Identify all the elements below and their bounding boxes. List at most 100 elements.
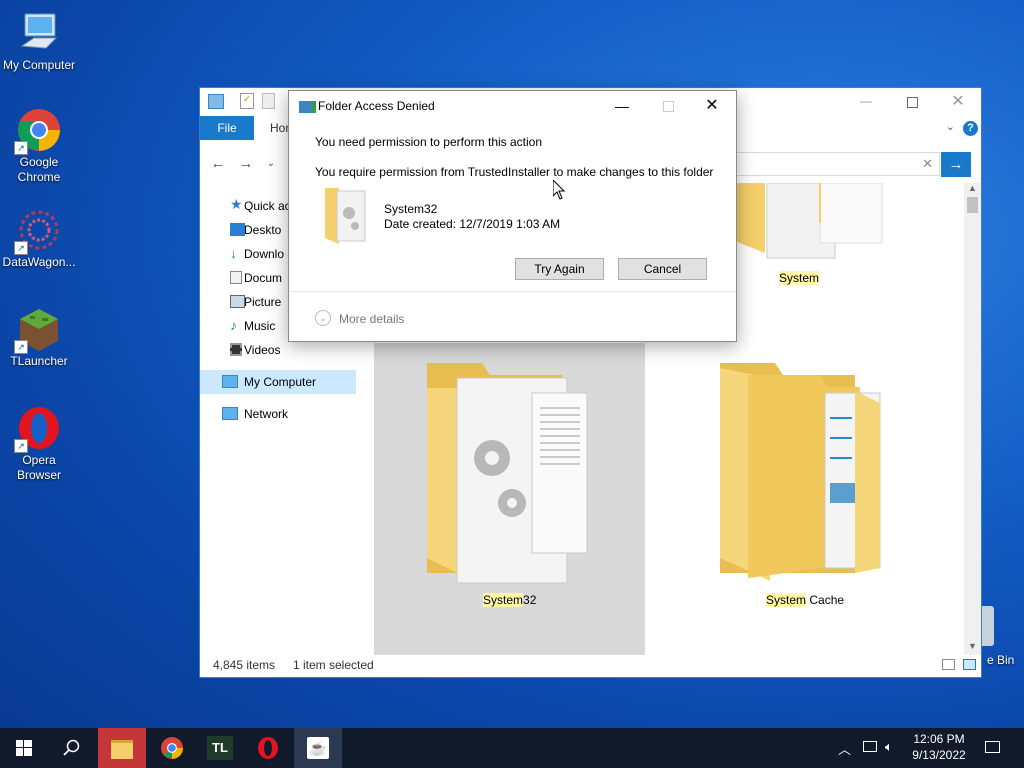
- minimize-button[interactable]: —: [843, 88, 889, 116]
- taskbar-tlauncher[interactable]: TL: [196, 728, 244, 768]
- dialog-message: You need permission to perform this acti…: [315, 135, 543, 149]
- taskbar-opera[interactable]: [244, 728, 292, 768]
- desktop-icon-label: TLauncher: [10, 354, 68, 368]
- folder-item-system-cache[interactable]: System Cache: [720, 363, 900, 613]
- folder-item-system[interactable]: System: [735, 182, 883, 293]
- windows-logo-icon: [16, 740, 32, 756]
- selection-count: 1 item selected: [293, 658, 374, 672]
- folder-item-system32[interactable]: System32: [422, 363, 602, 613]
- maximize-button[interactable]: [889, 88, 935, 116]
- clear-search-icon[interactable]: ✕: [922, 156, 933, 172]
- desktop-icon-recycle-bin[interactable]: e Bin: [982, 606, 1024, 668]
- taskbar-java[interactable]: ☕: [294, 728, 342, 768]
- clock-date: 9/13/2022: [912, 748, 966, 762]
- network-icon[interactable]: [863, 741, 877, 752]
- explorer-app-icon: [208, 94, 224, 109]
- quick-access-newfolder-icon[interactable]: [262, 93, 275, 109]
- tab-file[interactable]: File: [200, 116, 254, 140]
- desktop-icon-label: e Bin: [987, 653, 1015, 667]
- action-center-button[interactable]: [974, 728, 1010, 768]
- ribbon-expand-chevron-icon[interactable]: ⌄: [946, 120, 955, 133]
- sidebar-item-my-computer[interactable]: My Computer: [200, 370, 356, 394]
- scroll-thumb[interactable]: [967, 197, 978, 213]
- star-icon: ★: [230, 196, 243, 212]
- dialog-close-button[interactable]: ✕: [689, 91, 735, 121]
- details-view-icon[interactable]: [942, 659, 955, 670]
- java-icon: ☕: [307, 737, 329, 759]
- dialog-item-name: System32: [384, 202, 438, 216]
- folder-icon: [720, 363, 881, 581]
- scroll-up-arrow-icon[interactable]: ▲: [964, 183, 981, 197]
- shortcut-arrow-icon: ↗: [14, 439, 28, 453]
- desktop-icon: [230, 223, 245, 236]
- dialog-maximize-button[interactable]: [645, 91, 691, 121]
- sidebar-item-label: Deskto: [244, 223, 282, 237]
- search-go-button[interactable]: →: [941, 152, 971, 177]
- status-bar: 4,845 items 1 item selected: [200, 653, 981, 677]
- quick-access-properties-icon[interactable]: ✓: [240, 93, 254, 109]
- sidebar-item-network[interactable]: Network: [200, 402, 356, 426]
- sidebar-item-label: Videos: [244, 343, 281, 357]
- cancel-button[interactable]: Cancel: [618, 258, 707, 280]
- taskbar-chrome[interactable]: [148, 728, 196, 768]
- sidebar-item-label: Picture: [244, 295, 282, 309]
- start-button[interactable]: [0, 728, 48, 768]
- folder-icon: [735, 182, 883, 259]
- sidebar-item-label: Downlo: [244, 247, 285, 261]
- dialog-title: Folder Access Denied: [318, 99, 435, 113]
- shortcut-arrow-icon: ↗: [14, 141, 28, 155]
- desktop-icon-opera[interactable]: ↗ Opera Browser: [0, 405, 78, 483]
- folder-access-denied-dialog: Folder Access Denied — ✕ You need permis…: [288, 90, 737, 342]
- try-again-button[interactable]: Try Again: [515, 258, 604, 280]
- desktop-icon-label: Google Chrome: [17, 155, 61, 184]
- close-button[interactable]: ✕: [935, 88, 981, 116]
- expand-details-chevron-icon[interactable]: ⌄: [315, 310, 331, 326]
- taskbar-file-explorer[interactable]: [98, 728, 146, 768]
- search-icon: [63, 739, 80, 756]
- volume-icon[interactable]: 🔈︎: [885, 739, 893, 755]
- opera-icon: [258, 737, 278, 759]
- tlauncher-icon: TL: [207, 736, 233, 760]
- sidebar-item-label: Quick ac: [244, 199, 291, 213]
- tlauncher-icon: ↗: [14, 306, 62, 354]
- desktop-icon-datawagon[interactable]: ↗ DataWagon...: [0, 207, 78, 270]
- dialog-minimize-button[interactable]: —: [599, 91, 645, 121]
- shortcut-arrow-icon: ↗: [14, 340, 28, 354]
- computer-icon: [16, 10, 62, 56]
- computer-icon: [222, 375, 238, 388]
- taskbar: TL ☕ ︿ 🔈︎ 12:06 PM 9/13/2022: [0, 728, 1024, 768]
- back-button[interactable]: ←: [210, 156, 226, 172]
- forward-button[interactable]: →: [238, 156, 254, 172]
- desktop-icon-google-chrome[interactable]: ↗ Google Chrome: [0, 107, 78, 185]
- folder-label: System: [779, 271, 820, 285]
- mouse-cursor-icon: [553, 180, 566, 200]
- folder-icon: [427, 363, 588, 585]
- vertical-scrollbar[interactable]: ▲ ▼: [964, 183, 981, 655]
- datawagon-icon: ↗: [14, 207, 62, 255]
- help-icon[interactable]: ?: [963, 121, 978, 136]
- chrome-icon: ↗: [14, 107, 62, 155]
- music-icon: ♪: [230, 317, 237, 333]
- dialog-detail: You require permission from TrustedInsta…: [315, 165, 714, 179]
- folder-label: System32: [483, 593, 537, 607]
- recent-locations-chevron-icon[interactable]: ⌄: [263, 156, 279, 172]
- sidebar-item-label: Docum: [244, 271, 283, 285]
- sidebar-item-label: Music: [244, 319, 276, 333]
- dialog-footer: ⌄ More details: [289, 291, 736, 341]
- folder-label: System Cache: [766, 593, 845, 607]
- desktop-icon-label: DataWagon...: [2, 255, 76, 269]
- desktop-icon-my-computer[interactable]: My Computer: [0, 10, 78, 73]
- network-icon: [222, 407, 238, 420]
- video-icon: [230, 343, 242, 356]
- large-icons-view-icon[interactable]: [963, 659, 976, 670]
- opera-icon: ↗: [14, 405, 62, 453]
- more-details-link[interactable]: More details: [339, 312, 404, 326]
- clock[interactable]: 12:06 PM 9/13/2022: [904, 731, 974, 763]
- sidebar-item-label: My Computer: [244, 375, 317, 389]
- dialog-item-date: Date created: 12/7/2019 1:03 AM: [384, 217, 561, 231]
- search-button[interactable]: [48, 728, 96, 768]
- notification-icon: [984, 741, 1000, 753]
- show-hidden-icons-button[interactable]: ︿: [838, 739, 851, 758]
- desktop-icon-tlauncher[interactable]: ↗ TLauncher: [0, 306, 78, 369]
- shortcut-arrow-icon: ↗: [14, 241, 28, 255]
